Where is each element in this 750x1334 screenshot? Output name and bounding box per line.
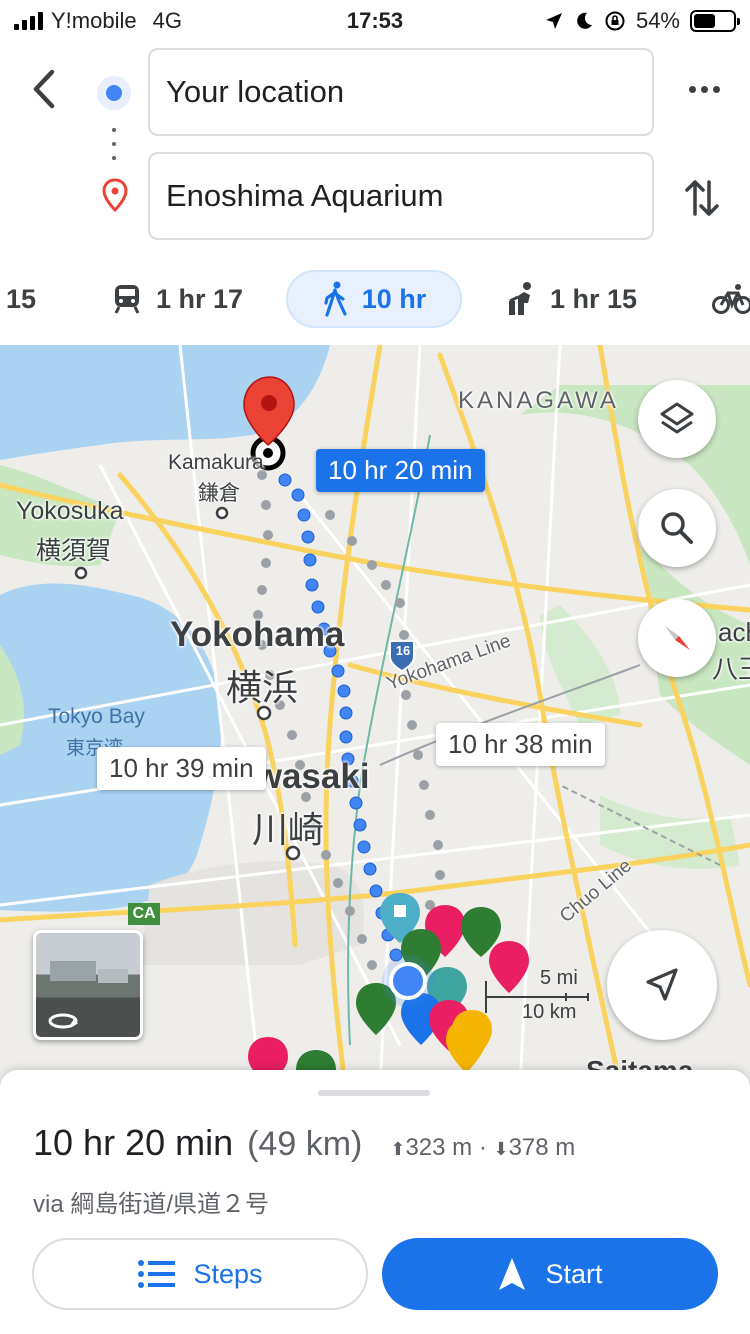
compass-icon [665,626,690,650]
bike-icon [712,284,750,314]
map-scale: 5 mi 10 km [484,967,594,1027]
walk-time: 10 hr [361,283,427,314]
status-bar: Y!mobile 4G 17:53 54% [0,0,750,44]
map-label-hachioji-en: ach [718,617,750,647]
origin-dot-icon [97,76,131,110]
rotate-360-icon [48,961,128,1029]
navigation-arrow-icon [646,968,678,1001]
descent-arrow-icon: ⬇ [493,1139,509,1159]
elevation-info: ⬆323 m · ⬇378 m [390,1134,575,1162]
sheet-handle[interactable] [318,1090,430,1096]
map-label-kanagawa: KANAGAWA [458,387,619,414]
scale-km: 10 km [522,1001,577,1023]
more-options-icon[interactable] [689,86,720,93]
route-summary-sheet[interactable]: 10 hr 20 min (49 km) ⬆323 m · ⬇378 m via… [0,1070,750,1334]
map-label-yokosuka-en: Yokosuka [16,497,124,525]
start-button[interactable]: Start [382,1238,718,1310]
back-arrow-icon[interactable] [24,64,68,114]
battery-icon [690,10,740,32]
travel-mode-tabs: 15 1 hr 17 10 hr 1 hr 15 [0,270,750,330]
route-map[interactable]: KANAGAWA Kamakura 鎌倉 Yokosuka 横須賀 Yokoha… [0,345,750,1085]
tab-drive[interactable]: 15 [6,270,36,328]
search-icon [661,512,693,544]
destination-pin-icon [102,178,128,212]
location-arrow-icon [545,13,562,29]
elevation-separator: · [478,1134,487,1161]
destination-text: Enoshima Aquarium [166,178,444,213]
compass-button[interactable] [638,599,716,677]
route-16-label: 16 [395,643,411,658]
alt-route-time-bubble-2[interactable]: 10 hr 38 min [436,723,605,766]
rideshare-icon [509,282,531,315]
map-label-hachioji-ja: 八王 [712,654,750,684]
drive-time: 15 [6,283,37,314]
navigation-start-icon [499,1258,526,1290]
route-via: via 綱島街道/県道２号 [33,1191,270,1218]
route-connector-dots [112,128,116,160]
primary-route-time-bubble[interactable]: 10 hr 20 min [316,449,485,492]
destination-input[interactable]: Enoshima Aquarium [148,152,654,240]
rideshare-time: 1 hr 15 [550,283,638,314]
origin-text: Your location [166,74,345,109]
route-ca-label: CA [132,905,156,922]
street-view-thumbnail[interactable] [33,930,143,1040]
walk-icon [324,281,347,317]
steps-button[interactable]: Steps [32,1238,368,1310]
origin-input[interactable]: Your location [148,48,654,136]
layers-icon [660,402,694,434]
map-label-yokohama-ja: 横浜 [226,667,299,708]
map-label-kawasaki-ja: 川崎 [252,809,325,850]
train-icon [114,285,140,314]
tab-walk[interactable]: 10 hr [286,270,462,328]
swap-icon[interactable] [684,176,720,220]
recenter-button[interactable] [607,930,717,1040]
descent-value: 378 m [508,1134,576,1161]
tab-bike[interactable] [712,270,750,328]
route-summary: 10 hr 20 min (49 km) ⬆323 m · ⬇378 m [33,1122,575,1164]
rotation-lock-icon [605,11,625,31]
alt-route-time-bubble-1[interactable]: 10 hr 39 min [97,747,266,790]
list-icon [138,1260,176,1288]
transit-time: 1 hr 17 [156,283,244,314]
ascent-arrow-icon: ⬆ [390,1139,406,1159]
map-label-tokyo-bay-en: Tokyo Bay [48,705,145,728]
route-distance: (49 km) [247,1125,363,1163]
route-duration: 10 hr 20 min [33,1122,234,1163]
moon-icon [577,12,592,29]
layers-button[interactable] [638,380,716,458]
map-label-kamakura-ja: 鎌倉 [198,482,240,505]
scale-miles: 5 mi [540,967,578,989]
steps-label: Steps [193,1258,263,1289]
map-label-yokosuka-ja: 横須賀 [36,537,112,565]
tab-rideshare[interactable]: 1 hr 15 [506,270,637,328]
start-label: Start [545,1258,603,1289]
search-along-route-button[interactable] [638,489,716,567]
battery-percent: 54% [635,8,680,33]
map-label-kamakura-en: Kamakura [168,451,264,474]
tab-transit[interactable]: 1 hr 17 [112,270,243,328]
map-label-yokohama-en: Yokohama [170,615,345,654]
ascent-value: 323 m [405,1134,473,1161]
